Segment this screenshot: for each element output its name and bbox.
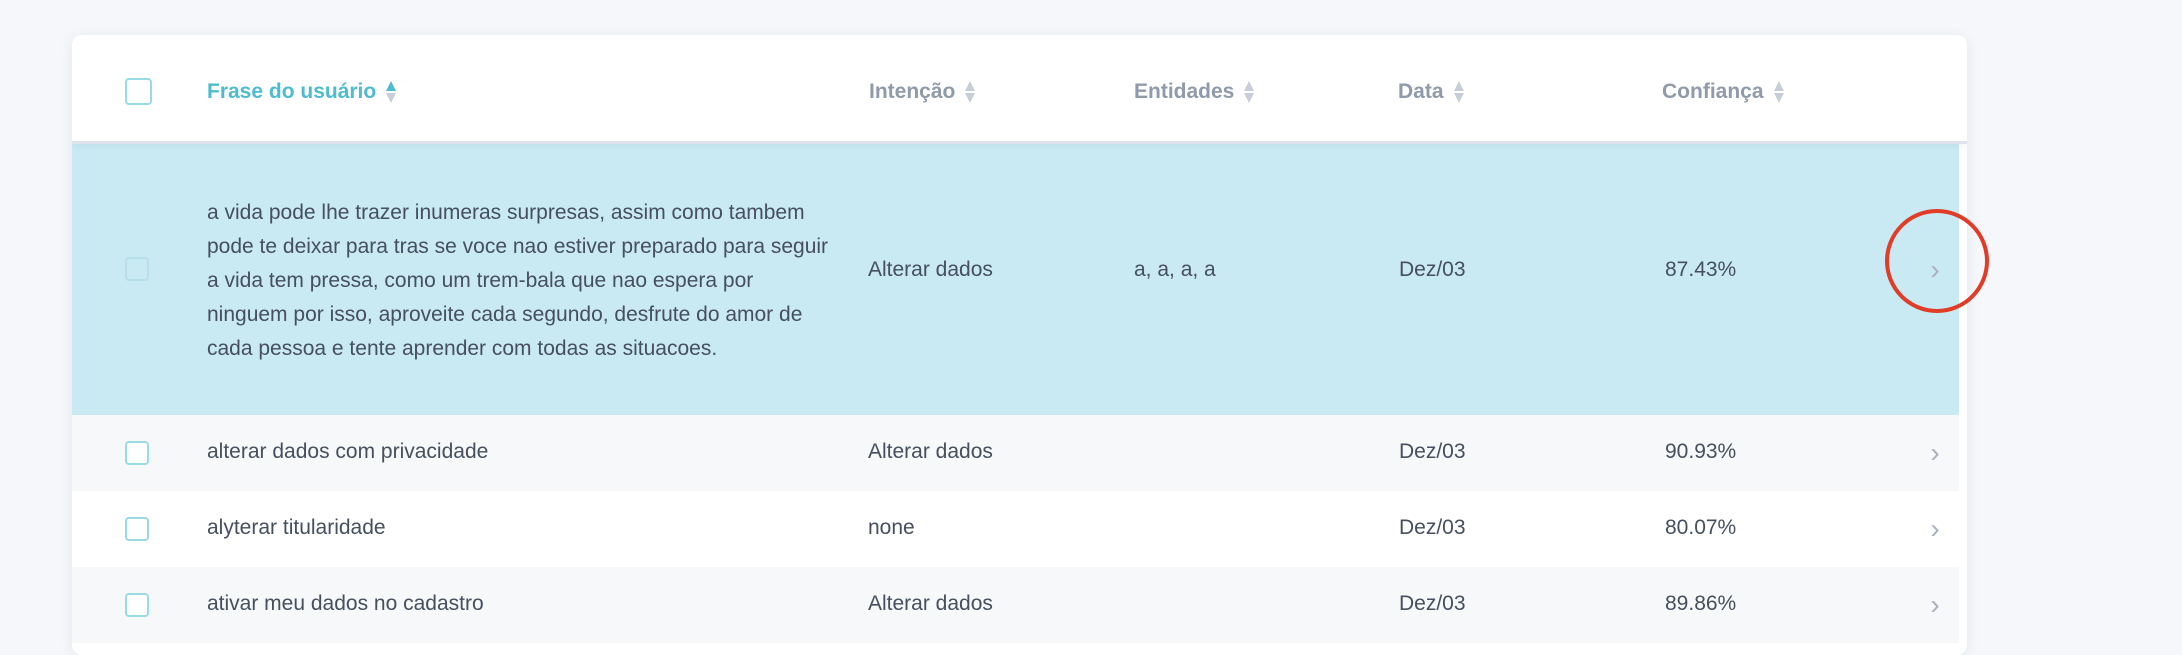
row-checkbox[interactable] [125,441,149,465]
row-checkbox[interactable] [125,517,149,541]
column-header-intent[interactable]: Intenção [869,79,976,105]
date-cell: Dez/03 [1399,258,1466,281]
confidence-cell: 87.43% [1665,258,1737,281]
row-checkbox[interactable] [125,593,149,617]
column-header-date[interactable]: Data [1398,79,1464,105]
column-header-label: Confiança [1662,80,1764,103]
table-row[interactable]: a vida pode lhe trazer inumeras surpresa… [72,144,1959,415]
sort-arrows-icon[interactable] [1453,80,1464,104]
confidence-cell: 80.07% [1665,516,1737,539]
column-header-phrase[interactable]: Frase do usuário [207,79,397,105]
select-all-checkbox[interactable] [125,78,152,105]
column-header-label: Data [1398,80,1444,103]
entities-cell: a, a, a, a [1134,258,1216,281]
column-header-label: Intenção [869,80,956,103]
sort-arrows-icon[interactable] [965,80,976,104]
phrase-cell: a vida pode lhe trazer inumeras surpresa… [207,201,829,360]
phrase-cell: ativar meu dados no cadastro [207,592,484,615]
table-header: Frase do usuário Intenção Entidades Data… [72,35,1967,144]
sort-arrows-icon[interactable] [1773,80,1784,104]
column-header-label: Entidades [1134,80,1235,103]
chevron-right-icon[interactable]: › [1925,437,1945,469]
date-cell: Dez/03 [1399,516,1466,539]
chevron-right-icon[interactable]: › [1925,513,1945,545]
confidence-cell: 90.93% [1665,440,1737,463]
phrase-cell: alterar dados com privacidade [207,440,489,463]
intent-cell: Alterar dados [868,440,993,463]
row-checkbox[interactable] [125,257,149,281]
confidence-cell: 89.86% [1665,592,1737,615]
date-cell: Dez/03 [1399,440,1466,463]
intent-cell: Alterar dados [868,592,993,615]
intent-cell: none [868,516,915,539]
utterances-table: Frase do usuário Intenção Entidades Data… [72,35,1967,655]
table-row[interactable]: ativar meu dados no cadastro Alterar dad… [72,567,1959,643]
table-row[interactable]: alterar dados com privacidade Alterar da… [72,415,1959,491]
chevron-right-icon[interactable]: › [1925,254,1945,286]
sort-arrows-icon[interactable] [1244,80,1255,104]
date-cell: Dez/03 [1399,592,1466,615]
table-row[interactable]: alyterar titularidade none Dez/03 80.07%… [72,491,1959,567]
column-header-entities[interactable]: Entidades [1134,79,1255,105]
sort-arrows-icon[interactable] [386,80,397,104]
phrase-cell: alyterar titularidade [207,516,386,539]
chevron-right-icon[interactable]: › [1925,589,1945,621]
column-header-confidence[interactable]: Confiança [1662,79,1784,105]
intent-cell: Alterar dados [868,258,993,281]
column-header-label: Frase do usuário [207,80,377,103]
